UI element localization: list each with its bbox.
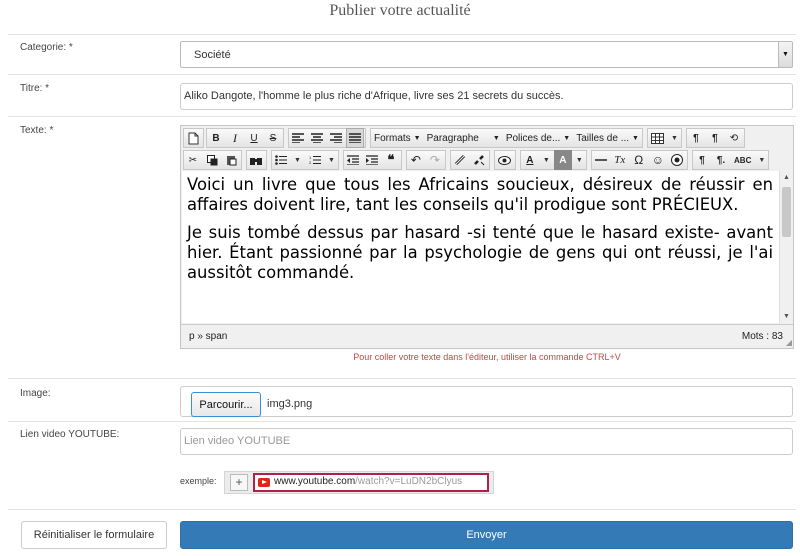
- youtube-input[interactable]: Lien video YOUTUBE: [180, 428, 793, 455]
- youtube-example-image: + www.youtube.com/watch?v=LuDN2bClyus: [224, 471, 494, 494]
- divider: [8, 74, 796, 75]
- sizes-dropdown[interactable]: Tailles de ... ▼: [573, 128, 642, 148]
- clear-formatting-icon[interactable]: Tx: [611, 150, 629, 170]
- editor-scrollbar[interactable]: ▲ ▼: [779, 171, 793, 323]
- paragraph-label: Paragraphe: [426, 132, 479, 144]
- divider: [8, 378, 796, 379]
- title-input[interactable]: Aliko Dangote, l'homme le plus riche d'A…: [180, 83, 793, 110]
- bullet-list-icon[interactable]: [272, 150, 290, 170]
- italic-button[interactable]: I: [226, 128, 244, 148]
- rich-text-editor[interactable]: B I U S Formats ▼ Paragraphe ▼ Polices de.…: [180, 125, 794, 349]
- preview-eye-icon[interactable]: [495, 150, 514, 170]
- table-icon[interactable]: [648, 128, 667, 148]
- caret-down-icon: ▼: [632, 134, 639, 142]
- editor-content[interactable]: Voici un livre que tous les Africains so…: [182, 171, 779, 323]
- unlink-icon[interactable]: [470, 150, 488, 170]
- element-path[interactable]: p » span: [189, 331, 227, 342]
- undo-icon[interactable]: ↶: [407, 150, 425, 170]
- formats-label: Formats: [374, 132, 411, 144]
- youtube-logo-icon: [258, 478, 270, 487]
- new-document-icon[interactable]: [184, 128, 202, 148]
- title-label: Titre: *: [20, 83, 50, 94]
- numbered-list-icon[interactable]: 12: [306, 150, 324, 170]
- image-label: Image:: [20, 388, 51, 399]
- editor-paragraph: Voici un livre que tous les Africains so…: [187, 175, 773, 214]
- editor-paragraph: Je suis tombé dessus par hasard -si tent…: [187, 223, 773, 282]
- image-file-name: img3.png: [267, 398, 313, 410]
- redo-icon[interactable]: ↷: [426, 150, 444, 170]
- find-icon[interactable]: [247, 150, 265, 170]
- fonts-label: Polices de...: [505, 132, 561, 144]
- formats-dropdown[interactable]: Formats ▼: [371, 128, 424, 148]
- caret-down-icon[interactable]: ▼: [758, 157, 765, 164]
- media-icon[interactable]: [668, 150, 686, 170]
- reset-button[interactable]: Réinitialiser le formulaire: [21, 521, 167, 549]
- caret-down-icon[interactable]: ▼: [328, 157, 335, 164]
- background-color-icon[interactable]: A: [553, 150, 572, 170]
- caret-down-icon[interactable]: ▼: [294, 157, 301, 164]
- caret-down-icon[interactable]: ▼: [543, 157, 550, 164]
- strikethrough-button[interactable]: S: [264, 128, 282, 148]
- paste-icon[interactable]: [222, 150, 240, 170]
- spellcheck-icon[interactable]: ABC: [731, 150, 754, 170]
- browse-button[interactable]: Parcourir...: [191, 392, 261, 417]
- editor-statusbar: p » span Mots : 83 ◢: [181, 324, 793, 348]
- ltr-icon[interactable]: ¶: [693, 150, 711, 170]
- category-label: Categorie: *: [20, 42, 73, 53]
- restore-draft-icon[interactable]: ⟲: [725, 128, 743, 148]
- submit-button[interactable]: Envoyer: [180, 521, 793, 549]
- divider: [8, 509, 796, 510]
- divider: [8, 34, 796, 35]
- caret-down-icon: ▼: [492, 134, 500, 142]
- example-label: exemple:: [180, 476, 217, 486]
- divider: [8, 116, 796, 117]
- bold-button[interactable]: B: [207, 128, 225, 148]
- caret-down-icon: ▼: [413, 134, 421, 142]
- paragraph-dropdown[interactable]: Paragraphe ▼: [424, 128, 503, 148]
- caret-down-icon: ▼: [563, 134, 571, 142]
- youtube-example-domain: www.youtube.com: [274, 476, 356, 487]
- caret-down-icon[interactable]: ▼: [671, 135, 678, 142]
- align-left-icon[interactable]: [289, 128, 307, 148]
- show-blocks-icon[interactable]: ¶.: [712, 150, 730, 170]
- underline-button[interactable]: U: [245, 128, 263, 148]
- copy-icon[interactable]: [203, 150, 221, 170]
- chevron-down-icon[interactable]: ▼: [778, 42, 792, 67]
- scroll-down-icon[interactable]: ▼: [780, 310, 793, 323]
- ltr-pilcrow-icon[interactable]: ¶: [687, 128, 705, 148]
- text-color-icon[interactable]: A: [521, 150, 539, 170]
- align-justify-icon[interactable]: [346, 128, 364, 148]
- indent-icon[interactable]: [363, 150, 381, 170]
- category-select[interactable]: Société ▼: [180, 41, 793, 68]
- fonts-dropdown[interactable]: Polices de... ▼: [503, 128, 573, 148]
- youtube-example-path: /watch?v=LuDN2bClyus: [355, 476, 463, 487]
- sizes-label: Tailles de ...: [576, 132, 630, 144]
- blockquote-icon[interactable]: ❝: [382, 150, 400, 170]
- align-center-icon[interactable]: [308, 128, 326, 148]
- caret-down-icon[interactable]: ▼: [576, 157, 583, 164]
- editor-toolbar-row-1: B I U S Formats ▼ Paragraphe ▼ Polices de.…: [183, 127, 749, 149]
- scroll-up-icon[interactable]: ▲: [780, 171, 793, 184]
- align-right-icon[interactable]: [327, 128, 345, 148]
- divider: [8, 421, 796, 422]
- plus-icon: +: [230, 474, 248, 491]
- horizontal-rule-icon[interactable]: [592, 150, 610, 170]
- outdent-icon[interactable]: [344, 150, 362, 170]
- emoticon-icon[interactable]: ☺: [649, 150, 667, 170]
- category-value: Société: [194, 49, 231, 61]
- cut-icon[interactable]: ✂: [184, 150, 202, 170]
- rtl-pilcrow-icon[interactable]: ¶: [706, 128, 724, 148]
- youtube-label: Lien video YOUTUBE:: [20, 429, 120, 440]
- youtube-example-url: www.youtube.com/watch?v=LuDN2bClyus: [253, 473, 489, 492]
- svg-text:2: 2: [309, 160, 312, 165]
- paste-hint: Pour coller votre texte dans l'éditeur, …: [353, 352, 621, 362]
- text-label: Texte: *: [20, 125, 54, 136]
- link-icon[interactable]: [451, 150, 469, 170]
- resize-handle-icon[interactable]: ◢: [786, 338, 792, 347]
- special-char-icon[interactable]: Ω: [630, 150, 648, 170]
- scroll-thumb[interactable]: [782, 187, 791, 237]
- word-count: Mots : 83: [741, 331, 783, 342]
- page-title: Publier votre actualité: [329, 2, 471, 19]
- editor-toolbar-row-2: ✂ ▼ 12 ▼ ❝ ↶ ↷ A ▼ A ▼ Tx Ω ☺ ¶ ¶. ABC ▼: [183, 149, 773, 171]
